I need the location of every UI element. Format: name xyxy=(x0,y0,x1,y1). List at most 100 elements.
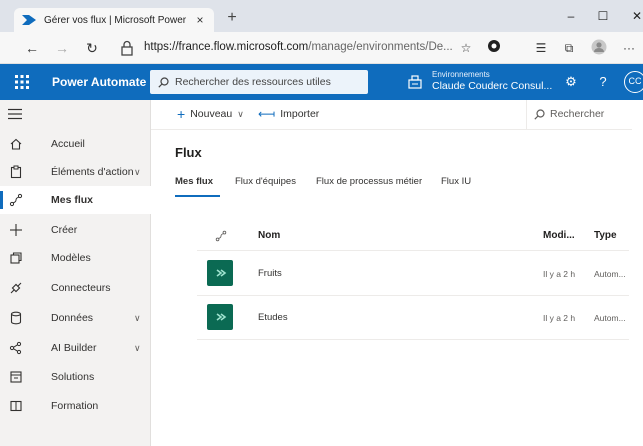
page-title: Flux xyxy=(175,145,202,160)
sidebar-item-label: Connecteurs xyxy=(51,282,111,294)
sidebar-item-elements-action[interactable]: Éléments d'action ∨ xyxy=(0,158,151,186)
column-header-type[interactable]: Type xyxy=(594,230,617,241)
plus-icon xyxy=(10,224,22,236)
column-header-name[interactable]: Nom xyxy=(258,230,280,241)
waffle-icon[interactable] xyxy=(14,74,30,90)
sidebar-item-donnees[interactable]: Données ∨ xyxy=(0,304,151,332)
divider xyxy=(197,250,629,251)
chevron-down-icon: ∨ xyxy=(237,108,244,119)
search-icon xyxy=(534,108,545,120)
plus-icon: + xyxy=(177,106,186,122)
sidebar-item-label: Accueil xyxy=(51,138,85,150)
power-automate-favicon-icon xyxy=(22,15,36,25)
divider xyxy=(526,100,527,130)
refresh-button[interactable]: ↻ xyxy=(82,38,102,58)
settings-gear-icon[interactable]: ⚙ xyxy=(562,73,580,91)
sidebar-item-label: Éléments d'action xyxy=(51,166,134,178)
chevron-down-icon: ∨ xyxy=(134,342,141,353)
ai-icon xyxy=(9,341,22,355)
address-bar: ← → ↻ https://france.flow.microsoft.com/… xyxy=(0,32,643,64)
avatar[interactable]: CC xyxy=(624,71,643,93)
url-field[interactable]: https://france.flow.microsoft.com/manage… xyxy=(144,41,453,53)
chevron-down-icon: ∨ xyxy=(134,312,141,323)
tab-strip: Gérer vos flux | Microsoft Power × + – ☐… xyxy=(0,0,643,32)
hamburger-menu-icon[interactable] xyxy=(8,108,22,120)
import-label: Importer xyxy=(280,108,320,120)
sidebar-item-label: AI Builder xyxy=(51,342,97,354)
flow-icon xyxy=(207,260,233,286)
new-button[interactable]: + Nouveau ∨ xyxy=(177,106,244,122)
help-icon[interactable]: ? xyxy=(594,73,612,91)
sidebar-item-label: Créer xyxy=(51,224,78,236)
resource-search-input[interactable]: Rechercher des ressources utiles xyxy=(150,70,368,94)
import-button[interactable]: ⟻ Importer xyxy=(258,108,319,120)
flow-type-icon xyxy=(215,230,227,242)
url-domain: https://france.flow.microsoft.com xyxy=(144,41,309,53)
column-header-modified[interactable]: Modi... xyxy=(543,230,575,241)
maximize-button[interactable]: ☐ xyxy=(590,6,616,26)
lock-icon xyxy=(121,40,133,56)
divider xyxy=(197,295,629,296)
collections-icon[interactable]: ⧉ xyxy=(560,39,578,57)
flow-modified: Il y a 2 h xyxy=(543,269,576,279)
more-menu-icon[interactable]: ··· xyxy=(620,39,638,57)
tab-flux-equipes[interactable]: Flux d'équipes xyxy=(235,176,296,187)
sidebar-item-creer[interactable]: Créer xyxy=(0,216,151,244)
search-placeholder: Rechercher des ressources utiles xyxy=(175,76,331,88)
close-window-button[interactable]: ✕ xyxy=(624,6,643,26)
forward-button[interactable]: → xyxy=(52,38,72,58)
flow-name-link[interactable]: Fruits xyxy=(258,268,282,279)
new-label: Nouveau xyxy=(190,108,233,120)
scrollbar[interactable] xyxy=(632,100,643,446)
flow-modified: Il y a 2 h xyxy=(543,313,576,323)
tab-close-icon[interactable]: × xyxy=(194,13,206,27)
flow-type: Autom... xyxy=(594,269,626,279)
browser-window: Gérer vos flux | Microsoft Power × + – ☐… xyxy=(0,0,643,446)
tab-flux-processus-metier[interactable]: Flux de processus métier xyxy=(316,176,422,187)
sidebar-item-mes-flux[interactable]: Mes flux xyxy=(0,186,151,214)
sidebar-item-solutions[interactable]: Solutions xyxy=(0,363,151,391)
environment-icon xyxy=(408,75,422,89)
browser-tab[interactable]: Gérer vos flux | Microsoft Power × xyxy=(14,8,214,32)
clipboard-icon xyxy=(10,165,22,179)
flow-icon xyxy=(207,304,233,330)
sidebar-item-label: Données xyxy=(51,312,94,324)
environment-label: Environnements xyxy=(432,70,490,79)
favorite-star-icon[interactable]: ☆ xyxy=(457,39,475,57)
sidebar-item-label: Modèles xyxy=(51,252,91,264)
solutions-icon xyxy=(10,371,22,383)
profile-icon[interactable] xyxy=(590,39,608,57)
sidebar-item-label: Formation xyxy=(51,400,99,412)
search-icon xyxy=(158,76,169,88)
sidebar-item-modeles[interactable]: Modèles xyxy=(0,244,151,272)
sidebar-item-ai-builder[interactable]: AI Builder ∨ xyxy=(0,334,151,362)
tab-title: Gérer vos flux | Microsoft Power xyxy=(44,14,187,26)
extension-icon[interactable] xyxy=(485,39,503,57)
url-path: /manage/environments/De... xyxy=(308,41,453,53)
database-icon xyxy=(10,311,22,325)
sidebar-item-formation[interactable]: Formation xyxy=(0,392,151,420)
back-button[interactable]: ← xyxy=(22,38,42,58)
flow-type: Autom... xyxy=(594,313,626,323)
favorites-list-icon[interactable]: ☰ xyxy=(532,39,550,57)
tab-mes-flux[interactable]: Mes flux xyxy=(175,176,213,187)
minimize-button[interactable]: – xyxy=(558,6,584,26)
templates-icon xyxy=(10,252,22,264)
app-header: Power Automate Rechercher des ressources… xyxy=(0,64,643,100)
command-bar: + Nouveau ∨ ⟻ Importer Rechercher xyxy=(151,100,643,130)
new-tab-button[interactable]: + xyxy=(222,9,242,27)
home-icon xyxy=(10,138,22,150)
tab-flux-iu[interactable]: Flux IU xyxy=(441,176,471,187)
sidebar-item-label: Mes flux xyxy=(51,194,94,206)
flow-search-button[interactable]: Rechercher xyxy=(534,108,604,120)
divider xyxy=(197,339,629,340)
import-icon: ⟻ xyxy=(258,107,276,121)
flow-name-link[interactable]: Etudes xyxy=(258,312,288,323)
connector-icon xyxy=(10,282,22,294)
environment-selector[interactable]: Claude Couderc Consul... xyxy=(432,80,552,92)
app-title[interactable]: Power Automate xyxy=(52,75,146,89)
book-icon xyxy=(10,400,22,412)
sidebar-item-accueil[interactable]: Accueil xyxy=(0,130,151,158)
sidebar-item-connecteurs[interactable]: Connecteurs xyxy=(0,274,151,302)
flow-icon xyxy=(9,193,23,207)
